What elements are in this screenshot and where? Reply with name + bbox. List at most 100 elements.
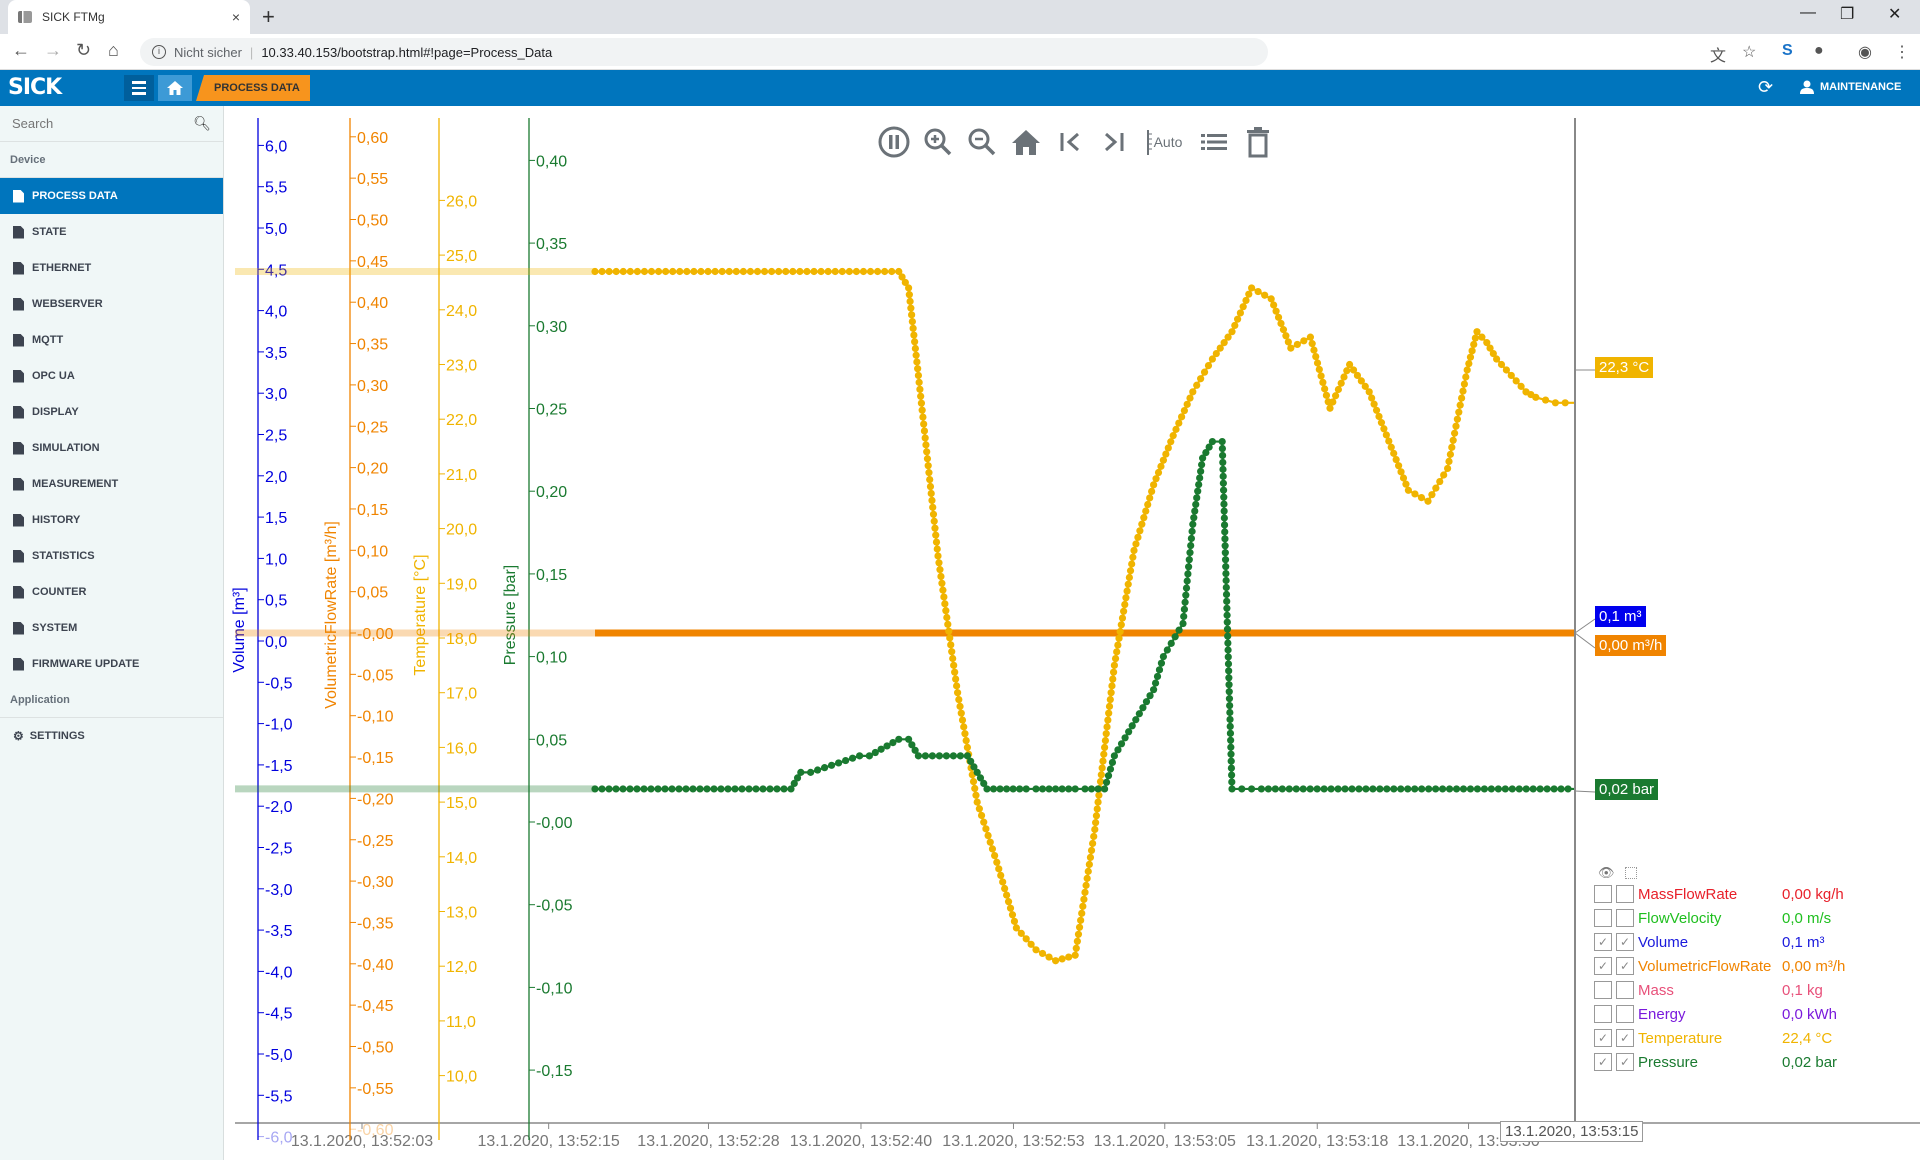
legend-series-name[interactable]: Energy <box>1638 1006 1782 1023</box>
legend-series-name[interactable]: FlowVelocity <box>1638 910 1782 927</box>
jump-end-button[interactable] <box>1098 126 1130 158</box>
sidebar-item-label: SIMULATION <box>32 442 100 454</box>
delete-button[interactable] <box>1242 126 1274 158</box>
breadcrumb-current: PROCESS DATA <box>196 75 310 101</box>
translate-icon[interactable]: 文 <box>1710 42 1726 66</box>
user-menu[interactable]: MAINTENANCE <box>1800 80 1901 94</box>
visible-checkbox[interactable]: ✓ <box>1594 957 1612 975</box>
hamburger-icon <box>132 81 146 84</box>
legend-row: FlowVelocity 0,0 m/s <box>1594 906 1845 930</box>
sidebar-item-label: MQTT <box>32 334 64 346</box>
breadcrumb-home[interactable] <box>158 75 192 101</box>
zoom-out-button[interactable] <box>966 126 998 158</box>
new-tab-button[interactable]: + <box>262 4 275 30</box>
legend-series-value: 0,0 kWh <box>1782 1005 1838 1023</box>
document-icon <box>13 585 24 599</box>
reload-icon[interactable]: ↻ <box>76 40 91 61</box>
sidebar-item-process-data[interactable]: PROCESS DATA <box>0 178 223 214</box>
zoom-in-button[interactable] <box>922 126 954 158</box>
menu-toggle-button[interactable] <box>124 75 154 101</box>
sidebar-item-simulation[interactable]: SIMULATION <box>0 430 223 466</box>
legend-series-name[interactable]: Temperature <box>1638 1030 1782 1047</box>
jump-start-icon <box>1060 132 1079 152</box>
legend-header: 👁︎ <box>1594 864 1845 882</box>
visible-checkbox[interactable] <box>1594 909 1612 927</box>
jump-end-icon <box>1105 132 1124 152</box>
forward-icon[interactable]: → <box>44 40 62 61</box>
minimize-button[interactable]: — <box>1800 4 1816 22</box>
search-icon[interactable]: 🔍︎ <box>193 115 211 132</box>
sidebar: 🔍︎ Device PROCESS DATA STATE ETHERNET WEBSE… <box>0 106 224 1160</box>
jump-start-button[interactable] <box>1054 126 1086 158</box>
restore-button[interactable]: ❐ <box>1840 4 1854 24</box>
sidebar-item-webserver[interactable]: WEBSERVER <box>0 286 223 322</box>
visible-checkbox[interactable] <box>1594 981 1612 999</box>
sidebar-item-mqtt[interactable]: MQTT <box>0 322 223 358</box>
extension-circle-icon[interactable]: ● <box>1814 42 1824 60</box>
legend-series-name[interactable]: Mass <box>1638 982 1782 999</box>
menu-kebab-icon[interactable]: ⋮ <box>1894 42 1910 62</box>
legend-series-name[interactable]: MassFlowRate <box>1638 886 1782 903</box>
pause-button[interactable] <box>878 126 910 158</box>
sidebar-item-ethernet[interactable]: ETHERNET <box>0 250 223 286</box>
visible-checkbox[interactable] <box>1594 1005 1612 1023</box>
sidebar-item-settings[interactable]: ⚙ SETTINGS <box>0 718 223 754</box>
document-icon <box>13 297 24 311</box>
legend-series-name[interactable]: Pressure <box>1638 1054 1782 1071</box>
auto-scale-button[interactable]: Auto <box>1142 126 1186 158</box>
sidebar-item-opc-ua[interactable]: OPC UA <box>0 358 223 394</box>
autoscale-checkbox[interactable] <box>1616 885 1634 903</box>
search-input[interactable] <box>12 116 194 131</box>
extension-s-icon[interactable]: S <box>1782 42 1793 60</box>
document-icon <box>13 477 24 491</box>
legend-series-value: 0,00 kg/h <box>1782 885 1844 903</box>
home-view-button[interactable] <box>1010 126 1042 158</box>
sidebar-item-counter[interactable]: COUNTER <box>0 574 223 610</box>
sidebar-item-label: COUNTER <box>32 586 87 598</box>
visible-checkbox[interactable]: ✓ <box>1594 1053 1612 1071</box>
sidebar-item-label: DISPLAY <box>32 406 79 418</box>
url-field[interactable]: i Nicht sicher | 10.33.40.153/bootstrap.… <box>140 38 1268 66</box>
sidebar-item-state[interactable]: STATE <box>0 214 223 250</box>
info-icon[interactable]: i <box>152 45 166 59</box>
divider: | <box>249 44 254 60</box>
chart-toolbar: Auto <box>878 126 1274 158</box>
legend-series-value: 0,00 m³/h <box>1782 957 1846 975</box>
profile-icon[interactable]: ◉ <box>1858 42 1872 62</box>
autoscale-checkbox[interactable] <box>1616 1005 1634 1023</box>
pause-icon <box>878 126 910 158</box>
sick-logo: SICK <box>8 75 62 100</box>
back-icon[interactable]: ← <box>12 40 30 61</box>
autoscale-checkbox[interactable]: ✓ <box>1616 933 1634 951</box>
list-button[interactable] <box>1198 126 1230 158</box>
browser-tab[interactable]: SICK FTMg × <box>8 0 250 34</box>
autoscale-checkbox[interactable] <box>1616 981 1634 999</box>
sidebar-item-statistics[interactable]: STATISTICS <box>0 538 223 574</box>
tab-close-button[interactable]: × <box>232 9 240 25</box>
autoscale-checkbox[interactable]: ✓ <box>1616 1053 1634 1071</box>
legend-series-name[interactable]: Volume <box>1638 934 1782 951</box>
visible-checkbox[interactable]: ✓ <box>1594 933 1612 951</box>
visible-checkbox[interactable]: ✓ <box>1594 1029 1612 1047</box>
sidebar-item-firmware-update[interactable]: FIRMWARE UPDATE <box>0 646 223 682</box>
autoscale-icon <box>1624 867 1637 879</box>
sidebar-item-measurement[interactable]: MEASUREMENT <box>0 466 223 502</box>
legend-series-name[interactable]: VolumetricFlowRate <box>1638 958 1782 975</box>
autoscale-checkbox[interactable]: ✓ <box>1616 957 1634 975</box>
app-header: SICK PROCESS DATA ⟳ MAINTENANCE <box>0 70 1920 106</box>
sidebar-item-system[interactable]: SYSTEM <box>0 610 223 646</box>
sidebar-item-display[interactable]: DISPLAY <box>0 394 223 430</box>
autoscale-checkbox[interactable] <box>1616 909 1634 927</box>
home-icon[interactable]: ⌂ <box>108 40 119 61</box>
close-window-button[interactable]: ✕ <box>1888 4 1901 24</box>
bookmark-star-icon[interactable]: ☆ <box>1742 42 1756 62</box>
document-icon <box>13 441 24 455</box>
refresh-icon[interactable]: ⟳ <box>1758 77 1773 98</box>
visible-checkbox[interactable] <box>1594 885 1612 903</box>
sidebar-item-label: SYSTEM <box>32 622 78 634</box>
browser-address-bar: ← → ↻ ⌂ i Nicht sicher | 10.33.40.153/bo… <box>0 34 1920 70</box>
cursor-time-label: 13.1.2020, 13:53:15 <box>1500 1121 1644 1142</box>
autoscale-checkbox[interactable]: ✓ <box>1616 1029 1634 1047</box>
legend-row: ✓ ✓ Volume 0,1 m³ <box>1594 930 1845 954</box>
sidebar-item-history[interactable]: HISTORY <box>0 502 223 538</box>
